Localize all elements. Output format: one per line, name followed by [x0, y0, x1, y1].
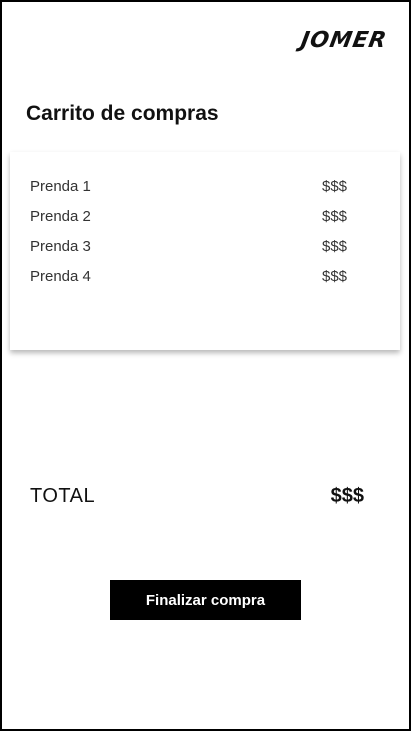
cart-item: Prenda 4 $$$	[30, 266, 352, 286]
cart-item-name: Prenda 2	[30, 207, 91, 225]
total-label: TOTAL	[30, 485, 96, 507]
brand-logo: JOMER	[299, 28, 390, 53]
app-screen: JOMER Carrito de compras Prenda 1 $$$ Pr…	[0, 0, 411, 731]
cart-item: Prenda 1 $$$	[30, 176, 352, 196]
cart-item-price: $$$	[322, 177, 348, 195]
total-row: TOTAL $$$	[30, 485, 364, 508]
cart-item-price: $$$	[322, 207, 348, 225]
cart-item-price: $$$	[322, 237, 348, 255]
cart-item: Prenda 2 $$$	[30, 206, 352, 226]
cart-item: Prenda 3 $$$	[30, 236, 352, 256]
cart-item-name: Prenda 3	[30, 237, 91, 255]
cart-item-price: $$$	[322, 267, 348, 285]
cart-item-name: Prenda 1	[30, 177, 91, 195]
cart-card: Prenda 1 $$$ Prenda 2 $$$ Prenda 3 $$$ P…	[10, 152, 400, 350]
total-value: $$$	[330, 485, 364, 507]
cart-item-name: Prenda 4	[30, 267, 91, 285]
checkout-button[interactable]: Finalizar compra	[110, 580, 301, 620]
page-title: Carrito de compras	[26, 102, 219, 125]
